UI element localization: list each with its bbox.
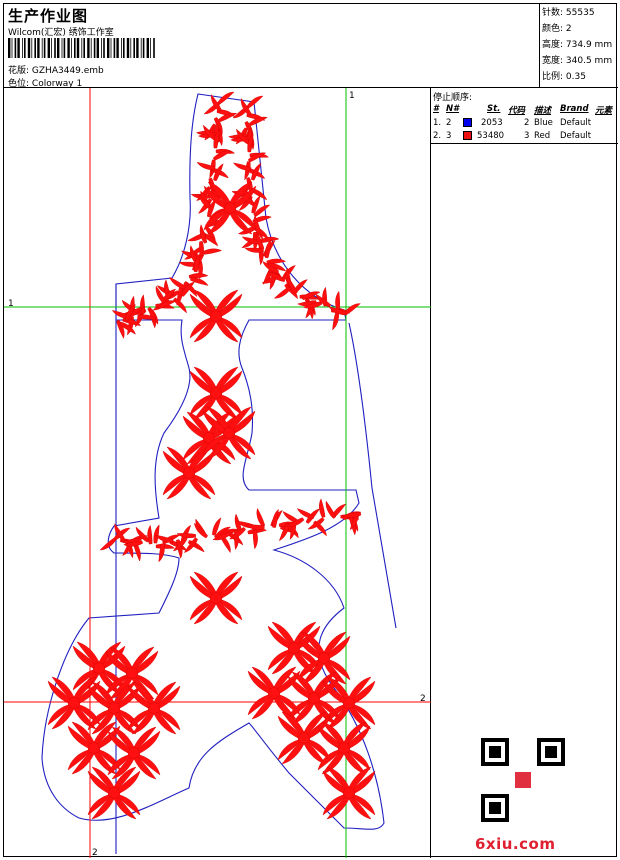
stat-scale: 比例: 0.35 [542, 72, 586, 82]
col-code: 代码 [508, 106, 526, 116]
stat-stitch-count: 针数: 55535 [542, 8, 595, 18]
guide-marker-top: 1 [349, 91, 355, 101]
production-sheet: 生产作业图 Wilcom(汇宏) 绣饰工作室 花版: GZHA3449.emb … [3, 3, 618, 858]
barcode-image [8, 38, 155, 58]
red-embroidery [47, 91, 376, 820]
col-element: 元素 [595, 106, 613, 116]
stop-sequence-table: # N# St. 代码 描述 Brand 元素 1. 2 2053 2 Blue… [431, 102, 618, 144]
page-title: 生产作业图 [8, 7, 89, 25]
col-brand: Brand [560, 104, 589, 114]
color-swatch-red [463, 131, 472, 140]
stat-color-count: 颜色: 2 [542, 24, 572, 34]
design-label: 花版: [8, 66, 30, 76]
col-index: # [433, 104, 439, 114]
col-description: 描述 [534, 106, 552, 116]
design-stats: 针数: 55535 颜色: 2 高度: 734.9 mm 宽度: 340.5 m… [540, 4, 618, 88]
guide-marker-right: 2 [420, 694, 426, 704]
embroidery-drawing: 1 1 2 2 [4, 88, 431, 858]
guide-marker-left: 1 [8, 299, 14, 309]
stat-height: 高度: 734.9 mm [542, 40, 613, 50]
stop-sequence-panel: 停止顺序: # N# St. 代码 描述 Brand 元素 1. 2 2053 … [431, 88, 618, 858]
site-watermark: 6xiu.com [475, 835, 556, 853]
stat-width: 宽度: 340.5 mm [542, 56, 613, 66]
design-file-line: 花版: GZHA3449.emb [8, 63, 104, 76]
header-info: 生产作业图 Wilcom(汇宏) 绣饰工作室 花版: GZHA3449.emb … [4, 4, 540, 89]
col-stitches: St. [487, 104, 501, 114]
design-file-name: GZHA3449.emb [31, 66, 104, 76]
color-swatch-blue [463, 118, 472, 127]
qr-code-image [481, 738, 565, 822]
col-needle: N# [446, 104, 460, 114]
guide-marker-bottom: 2 [92, 848, 98, 858]
studio-name: Wilcom(汇宏) 绣饰工作室 [8, 28, 114, 38]
design-preview: 1 1 2 2 [4, 88, 431, 858]
